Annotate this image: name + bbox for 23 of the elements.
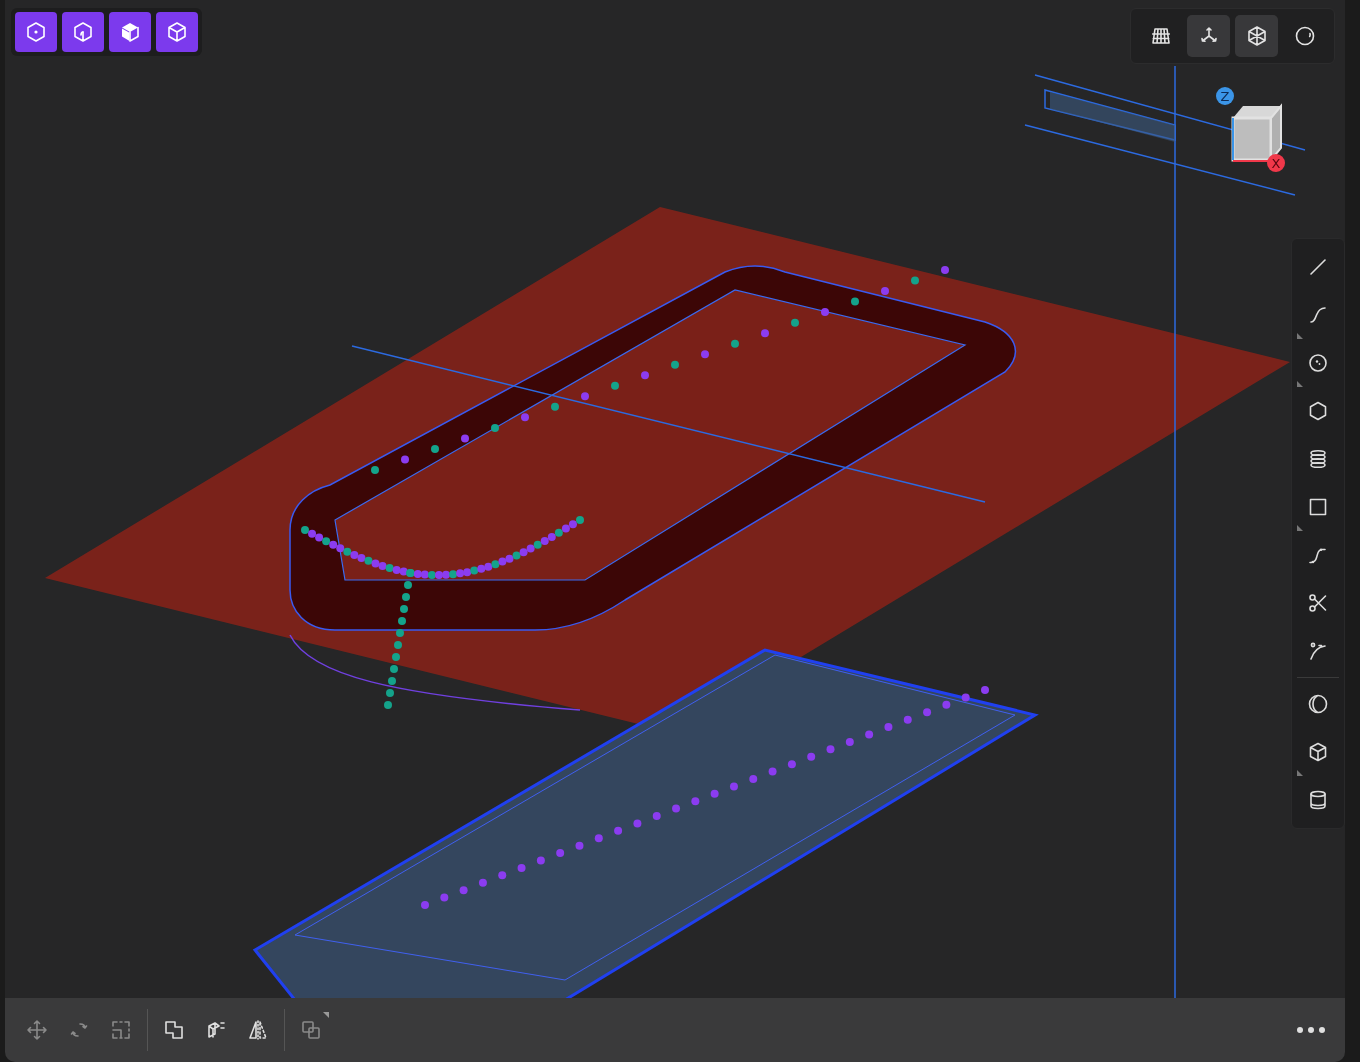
circle-icon <box>1306 351 1330 375</box>
more-icon <box>1296 1026 1326 1034</box>
viewport-canvas[interactable]: Z X <box>5 0 1345 998</box>
sphere-icon <box>1306 692 1330 716</box>
view-button[interactable] <box>109 12 151 52</box>
hexagon-icon <box>71 20 95 44</box>
view-button[interactable] <box>15 12 57 52</box>
display-toggle[interactable] <box>1235 15 1278 57</box>
cube-icon <box>165 20 189 44</box>
submenu-indicator <box>323 1012 329 1018</box>
view-button[interactable] <box>156 12 198 52</box>
axis-label[interactable]: Z <box>1216 87 1234 105</box>
union-icon <box>162 1018 186 1042</box>
display-toggle[interactable] <box>1187 15 1230 57</box>
submenu-indicator <box>1297 770 1303 776</box>
scale-icon <box>109 1018 133 1042</box>
submenu-indicator <box>1297 525 1303 531</box>
view-button[interactable] <box>62 12 104 52</box>
submenu-indicator <box>1297 333 1303 339</box>
submenu-indicator <box>1297 381 1303 387</box>
move-icon <box>25 1018 49 1042</box>
axis-label[interactable]: X <box>1267 154 1285 172</box>
copy-icon <box>299 1018 323 1042</box>
